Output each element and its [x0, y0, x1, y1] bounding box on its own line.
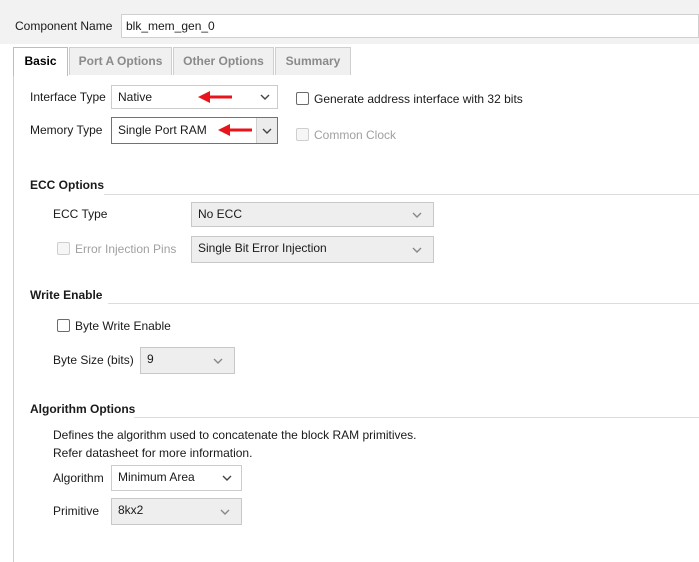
ecc-options-divider [104, 194, 699, 195]
ecc-type-value: No ECC [198, 207, 243, 221]
algorithm-description-line1: Defines the algorithm used to concatenat… [53, 428, 417, 442]
tab-port-a-options[interactable]: Port A Options [69, 47, 172, 75]
interface-type-value: Native [118, 90, 153, 104]
error-injection-label: Error Injection Pins [75, 242, 177, 256]
component-name-label: Component Name [15, 19, 113, 33]
tab-bar: Basic Port A Options Other Options Summa… [13, 47, 699, 76]
primitive-label: Primitive [53, 504, 100, 518]
byte-size-label: Byte Size (bits) [53, 353, 134, 367]
red-arrow-icon [198, 91, 232, 103]
write-enable-heading: Write Enable [30, 288, 103, 302]
chevron-down-icon [215, 499, 235, 524]
algorithm-options-divider [134, 417, 699, 418]
tab-summary[interactable]: Summary [275, 47, 351, 75]
generate-address-checkbox[interactable] [296, 92, 309, 105]
ecc-type-label: ECC Type [53, 207, 108, 221]
interface-type-select[interactable]: Native [111, 85, 278, 109]
red-arrow-icon [218, 124, 252, 136]
algorithm-value: Minimum Area [118, 470, 195, 484]
chevron-down-icon [407, 237, 427, 262]
error-injection-select[interactable]: Single Bit Error Injection [191, 236, 434, 263]
error-injection-value: Single Bit Error Injection [198, 241, 327, 255]
algorithm-description-line2: Refer datasheet for more information. [53, 446, 253, 460]
tab-other-options[interactable]: Other Options [173, 47, 274, 75]
byte-write-enable-checkbox[interactable] [57, 319, 70, 332]
chevron-down-icon [256, 118, 277, 143]
common-clock-checkbox[interactable] [296, 128, 309, 141]
chevron-down-icon [217, 466, 237, 490]
primitive-value: 8kx2 [118, 503, 144, 517]
memory-type-value: Single Port RAM [118, 123, 207, 137]
algorithm-select[interactable]: Minimum Area [111, 465, 242, 491]
write-enable-divider [108, 303, 699, 304]
byte-write-enable-label: Byte Write Enable [75, 319, 171, 333]
byte-size-value: 9 [147, 352, 154, 366]
algorithm-options-heading: Algorithm Options [30, 402, 136, 416]
chevron-down-icon [255, 86, 275, 108]
tab-basic[interactable]: Basic [13, 47, 68, 76]
component-name-input[interactable]: blk_mem_gen_0 [121, 14, 699, 38]
error-injection-checkbox[interactable] [57, 242, 70, 255]
generate-address-label: Generate address interface with 32 bits [314, 92, 523, 106]
interface-type-label: Interface Type [30, 90, 106, 104]
primitive-select[interactable]: 8kx2 [111, 498, 242, 525]
common-clock-label: Common Clock [314, 128, 397, 142]
byte-size-select[interactable]: 9 [140, 347, 235, 374]
algorithm-label: Algorithm [53, 471, 104, 485]
chevron-down-icon [208, 348, 228, 373]
chevron-down-icon [407, 203, 427, 226]
ecc-type-select[interactable]: No ECC [191, 202, 434, 227]
memory-type-label: Memory Type [30, 123, 103, 137]
ecc-options-heading: ECC Options [30, 178, 104, 192]
